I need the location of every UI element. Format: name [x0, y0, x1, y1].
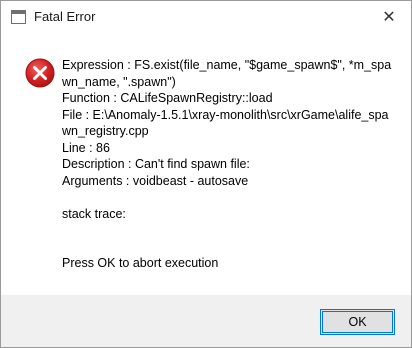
window-title: Fatal Error: [34, 9, 96, 24]
dialog-content: Expression : FS.exist(file_name, "$game_…: [1, 33, 411, 295]
ok-button[interactable]: OK: [320, 309, 395, 335]
error-icon: [25, 58, 55, 88]
error-dialog: Fatal Error ✕ Expression : FS.exist(file…: [0, 0, 412, 348]
error-message: Expression : FS.exist(file_name, "$game_…: [62, 58, 392, 270]
close-icon: ✕: [382, 9, 396, 26]
close-button[interactable]: ✕: [367, 1, 411, 33]
title-bar[interactable]: Fatal Error ✕: [1, 1, 411, 33]
window-icon: [11, 10, 26, 24]
dialog-footer: OK: [1, 295, 411, 347]
